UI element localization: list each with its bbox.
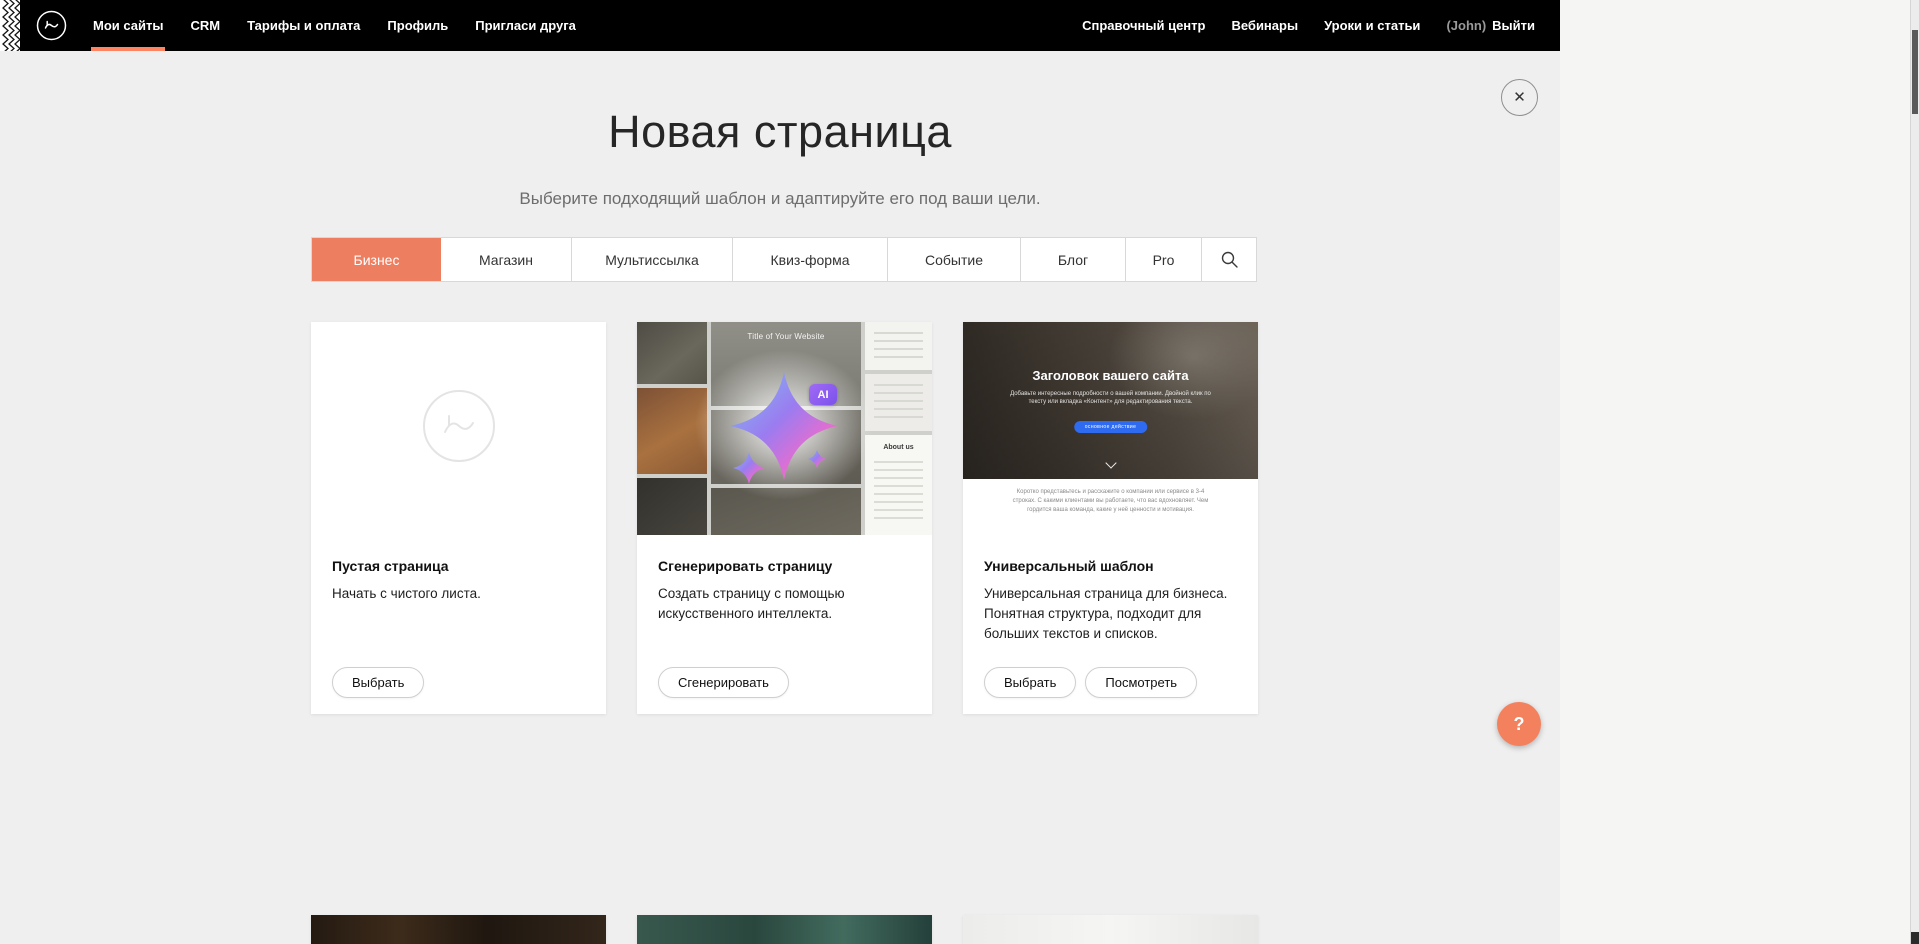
scrollbar-down-arrow[interactable] xyxy=(1911,932,1919,944)
select-blank-button[interactable]: Выбрать xyxy=(332,667,424,698)
nav-my-sites[interactable]: Мои сайты xyxy=(93,0,163,51)
nav-webinars[interactable]: Вебинары xyxy=(1231,0,1298,51)
scrollbar[interactable] xyxy=(1910,0,1919,944)
account-section: (John) Выйти xyxy=(1446,0,1535,51)
template-search-button[interactable] xyxy=(1201,238,1256,281)
tab-shop[interactable]: Магазин xyxy=(441,238,571,281)
dialog-title: Новая страница xyxy=(0,106,1560,158)
tilda-app-window: Мои сайты CRM Тарифы и оплата Профиль Пр… xyxy=(0,0,1560,944)
ai-badge: AI xyxy=(809,384,837,405)
preview-universal-button[interactable]: Посмотреть xyxy=(1085,667,1197,698)
card-description: Начать с чистого листа. xyxy=(332,584,585,604)
ai-preview-collage: Title of Your Website About us xyxy=(637,322,932,535)
template-preview-image: Заголовок вашего сайта Добавьте интересн… xyxy=(963,322,1258,546)
preview-cta-button: основное действие xyxy=(1074,421,1148,433)
template-card-partial[interactable] xyxy=(637,915,932,944)
chevron-down-icon xyxy=(1105,457,1116,468)
close-icon: ✕ xyxy=(1513,89,1526,106)
ai-sparkle-icon xyxy=(637,322,932,535)
card-actions: Выбрать xyxy=(332,667,424,698)
nav-invite-friend[interactable]: Пригласи друга xyxy=(475,0,576,51)
template-card-partial[interactable] xyxy=(963,915,1258,944)
select-universal-button[interactable]: Выбрать xyxy=(984,667,1076,698)
preview-body-text: Коротко представьтесь и расскажите о ком… xyxy=(963,479,1258,546)
main-nav: Мои сайты CRM Тарифы и оплата Профиль Пр… xyxy=(93,0,576,51)
card-title: Пустая страница xyxy=(332,558,585,574)
nav-lessons-articles[interactable]: Уроки и статьи xyxy=(1324,0,1420,51)
preview-heading: Заголовок вашего сайта xyxy=(963,368,1258,383)
card-title: Сгенерировать страницу xyxy=(658,558,911,574)
dialog-subtitle: Выберите подходящий шаблон и адаптируйте… xyxy=(0,189,1560,209)
tab-blog[interactable]: Блог xyxy=(1020,238,1125,281)
preview-subtext: Добавьте интересные подробности о вашей … xyxy=(1009,390,1212,406)
top-navigation-bar: Мои сайты CRM Тарифы и оплата Профиль Пр… xyxy=(0,0,1560,51)
account-name: (John) xyxy=(1446,18,1486,33)
tab-multilink[interactable]: Мультиссылка xyxy=(571,238,732,281)
preview-hero-section: Заголовок вашего сайта Добавьте интересн… xyxy=(963,322,1258,479)
nav-tariffs-payment[interactable]: Тарифы и оплата xyxy=(247,0,360,51)
template-card-ai-generate[interactable]: Title of Your Website About us xyxy=(637,322,932,714)
tab-pro[interactable]: Pro xyxy=(1125,238,1201,281)
template-grid: Пустая страница Начать с чистого листа. … xyxy=(311,322,1258,714)
card-description: Создать страницу с помощью искусственног… xyxy=(658,584,911,624)
template-category-tabs: Бизнес Магазин Мультиссылка Квиз-форма С… xyxy=(311,237,1257,282)
nav-crm[interactable]: CRM xyxy=(190,0,220,51)
card-actions: Выбрать Посмотреть xyxy=(984,667,1197,698)
scrollbar-thumb[interactable] xyxy=(1912,30,1918,114)
tilda-watermark-icon xyxy=(421,388,497,464)
card-description: Универсальная страница для бизнеса. Поня… xyxy=(984,584,1237,644)
search-icon xyxy=(1221,251,1238,268)
generate-page-button[interactable]: Сгенерировать xyxy=(658,667,789,698)
help-button[interactable]: ? xyxy=(1497,702,1541,746)
card-title: Универсальный шаблон xyxy=(984,558,1237,574)
nav-help-center[interactable]: Справочный центр xyxy=(1082,0,1205,51)
tab-quiz-form[interactable]: Квиз-форма xyxy=(732,238,887,281)
tab-business[interactable]: Бизнес xyxy=(312,238,441,281)
tilda-zigzag-decoration xyxy=(0,0,20,51)
template-card-partial[interactable] xyxy=(311,915,606,944)
logout-link[interactable]: Выйти xyxy=(1492,18,1535,33)
secondary-nav: Справочный центр Вебинары Уроки и статьи… xyxy=(1082,0,1535,51)
tab-event[interactable]: Событие xyxy=(887,238,1020,281)
nav-profile[interactable]: Профиль xyxy=(387,0,448,51)
template-card-universal[interactable]: Заголовок вашего сайта Добавьте интересн… xyxy=(963,322,1258,714)
tilda-logo[interactable] xyxy=(36,10,67,41)
template-card-blank[interactable]: Пустая страница Начать с чистого листа. … xyxy=(311,322,606,714)
card-actions: Сгенерировать xyxy=(658,667,789,698)
